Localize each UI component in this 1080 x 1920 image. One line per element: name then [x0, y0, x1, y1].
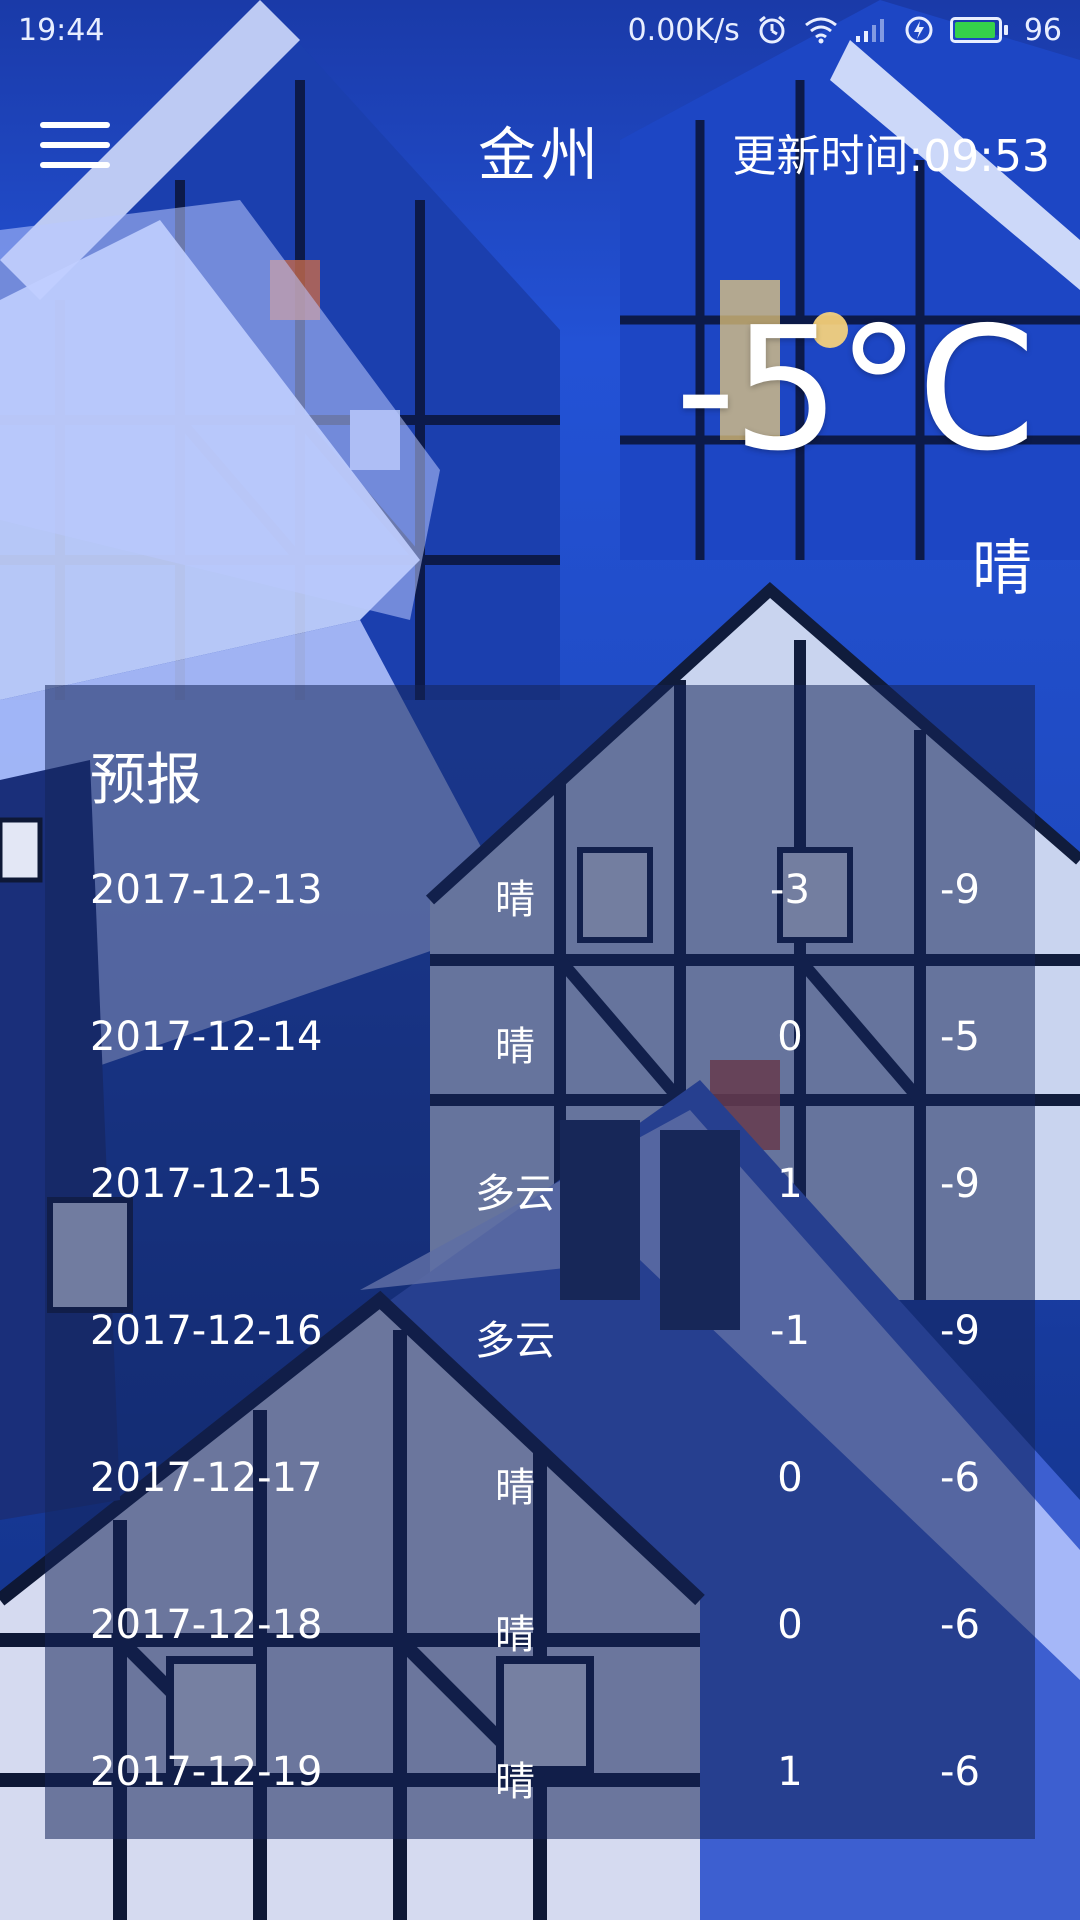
wifi-icon [804, 16, 838, 44]
forecast-panel: 预报 2017-12-13 晴 -3 -9 2017-12-14 晴 0 -5 … [45, 685, 1035, 1839]
forecast-date: 2017-12-16 [90, 1308, 323, 1354]
forecast-row: 2017-12-14 晴 0 -5 [45, 1004, 1035, 1074]
forecast-low: -6 [940, 1602, 980, 1648]
forecast-high: -1 [770, 1308, 810, 1354]
forecast-condition: 多云 [475, 1171, 555, 1217]
forecast-date: 2017-12-13 [90, 867, 323, 913]
forecast-high: -3 [770, 867, 810, 913]
forecast-title: 预报 [90, 748, 202, 813]
forecast-condition: 晴 [495, 1759, 535, 1805]
forecast-condition: 晴 [495, 1465, 535, 1511]
forecast-row: 2017-12-15 多云 1 -9 [45, 1151, 1035, 1221]
battery-level: 96 [1023, 12, 1062, 48]
network-speed: 0.00K/s [627, 12, 740, 48]
forecast-high: 1 [777, 1749, 803, 1795]
forecast-condition: 多云 [475, 1318, 555, 1364]
status-icons: 0.00K/s 96 [628, 13, 1062, 48]
forecast-high: 0 [777, 1455, 803, 1501]
charging-icon [904, 15, 934, 45]
forecast-date: 2017-12-15 [90, 1161, 323, 1207]
update-time: 更新时间:09:53 [732, 131, 1050, 182]
forecast-low: -9 [940, 1308, 980, 1354]
city-title: 金州 [477, 121, 602, 189]
forecast-low: -6 [940, 1749, 980, 1795]
forecast-condition: 晴 [495, 1024, 535, 1070]
header: 金州 更新时间:09:53 [0, 90, 1080, 200]
forecast-row: 2017-12-17 晴 0 -6 [45, 1445, 1035, 1515]
battery-icon [949, 17, 1008, 43]
forecast-high: 0 [777, 1602, 803, 1648]
status-time: 19:44 [18, 12, 105, 48]
forecast-date: 2017-12-14 [90, 1014, 323, 1060]
forecast-row: 2017-12-19 晴 1 -6 [45, 1739, 1035, 1809]
menu-icon-bar [40, 162, 110, 168]
menu-icon-bar [40, 142, 110, 148]
forecast-date: 2017-12-18 [90, 1602, 323, 1648]
weather-screen: 19:44 0.00K/s 96 金州 更新时间:09:53 -5°C 晴 预报… [0, 0, 1080, 1920]
forecast-date: 2017-12-17 [90, 1455, 323, 1501]
forecast-condition: 晴 [495, 877, 535, 923]
forecast-low: -6 [940, 1455, 980, 1501]
menu-icon [40, 122, 110, 128]
forecast-row: 2017-12-16 多云 -1 -9 [45, 1298, 1035, 1368]
forecast-low: -5 [940, 1014, 980, 1060]
forecast-high: 1 [777, 1161, 803, 1207]
forecast-high: 0 [777, 1014, 803, 1060]
signal-icon [854, 16, 888, 44]
status-bar: 19:44 0.00K/s 96 [0, 0, 1080, 60]
forecast-date: 2017-12-19 [90, 1749, 323, 1795]
current-temperature: -5°C [674, 291, 1036, 489]
forecast-row: 2017-12-18 晴 0 -6 [45, 1592, 1035, 1662]
forecast-condition: 晴 [495, 1612, 535, 1658]
forecast-low: -9 [940, 1161, 980, 1207]
menu-button[interactable] [40, 120, 110, 170]
current-condition: 晴 [972, 534, 1032, 604]
forecast-row: 2017-12-13 晴 -3 -9 [45, 857, 1035, 927]
forecast-low: -9 [940, 867, 980, 913]
alarm-icon [756, 14, 788, 46]
